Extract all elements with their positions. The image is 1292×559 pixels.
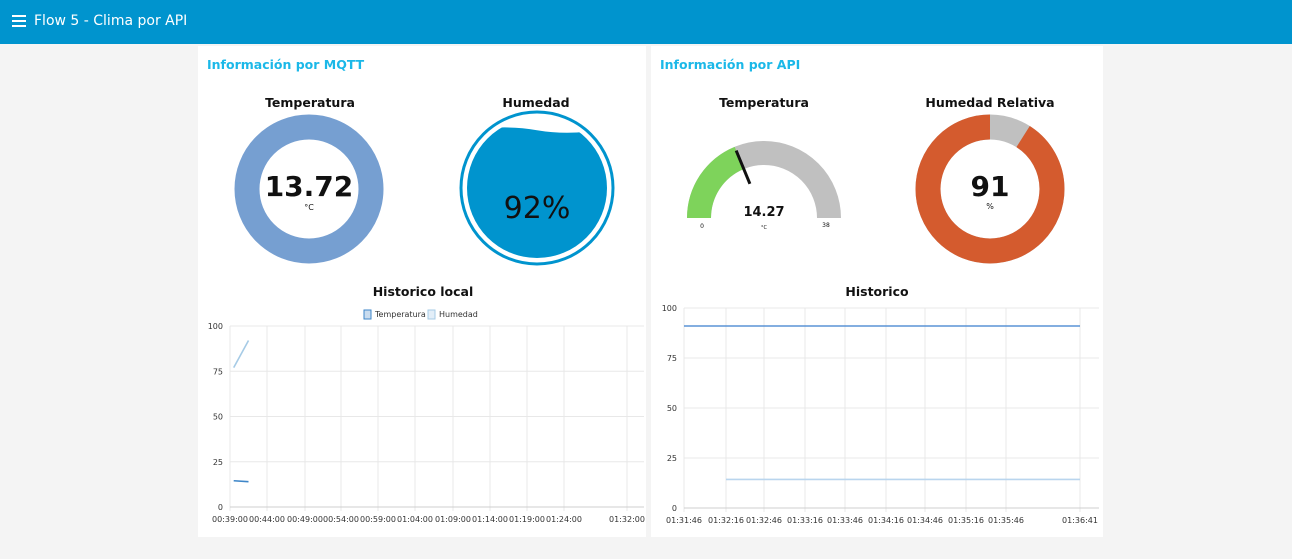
y-tick-label: 75 (213, 367, 223, 376)
x-tick-label: 01:32:00 (609, 515, 645, 524)
y-tick-label: 25 (667, 454, 677, 463)
series-line (233, 479, 249, 483)
chart-legend: Temperatura Humedad (363, 309, 478, 320)
y-tick-label: 75 (667, 354, 677, 363)
top-bar: Flow 5 - Clima por API (0, 0, 1292, 44)
x-tick-label: 01:04:00 (397, 515, 433, 524)
local-history-chart: 0 25 50 75 100 00:39:00 00:44:00 00:49:00 00:54:… (208, 309, 645, 524)
x-tick-label: 01:14:00 (472, 515, 508, 524)
x-tick-label: 01:32:16 (708, 516, 744, 525)
legend-swatch (427, 309, 436, 320)
group-api: Información por API Temperatura 14.27 °C… (651, 46, 1103, 537)
y-tick-label: 50 (213, 413, 223, 422)
y-tick-label: 50 (667, 404, 677, 413)
api-history-chart: 0 25 50 75 100 01:31:46 01:32:16 01:32:46 01:33:… (662, 304, 1099, 525)
y-tick-label: 100 (208, 322, 223, 331)
y-tick-label: 100 (662, 304, 677, 313)
x-tick-label: 01:32:46 (746, 516, 782, 525)
x-tick-label: 00:39:00 (212, 515, 248, 524)
menu-icon[interactable] (12, 15, 26, 27)
x-tick-label: 00:54:00 (323, 515, 359, 524)
x-tick-label: 00:59:00 (360, 515, 396, 524)
x-tick-label: 01:24:00 (546, 515, 582, 524)
x-tick-label: 01:36:41 (1062, 516, 1098, 525)
x-tick-label: 00:49:00 (287, 515, 323, 524)
x-tick-label: 01:09:00 (435, 515, 471, 524)
x-tick-label: 01:19:00 (509, 515, 545, 524)
y-tick-label: 0 (218, 503, 223, 512)
x-tick-label: 01:34:16 (868, 516, 904, 525)
x-tick-label: 01:35:46 (988, 516, 1024, 525)
x-tick-label: 01:35:16 (948, 516, 984, 525)
y-tick-label: 25 (213, 458, 223, 467)
y-tick-label: 0 (672, 504, 677, 513)
x-tick-label: 01:33:46 (827, 516, 863, 525)
x-tick-label: 01:33:16 (787, 516, 823, 525)
page-title: Flow 5 - Clima por API (34, 13, 188, 29)
legend-label: Temperatura (374, 310, 426, 319)
x-tick-label: 01:34:46 (907, 516, 943, 525)
group-mqtt: Información por MQTT Temperatura 13.72 °… (198, 46, 646, 537)
legend-swatch (363, 309, 372, 320)
x-tick-label: 00:44:00 (249, 515, 285, 524)
series-line (232, 340, 250, 369)
legend-label: Humedad (439, 310, 478, 319)
x-tick-label: 01:31:46 (666, 516, 702, 525)
